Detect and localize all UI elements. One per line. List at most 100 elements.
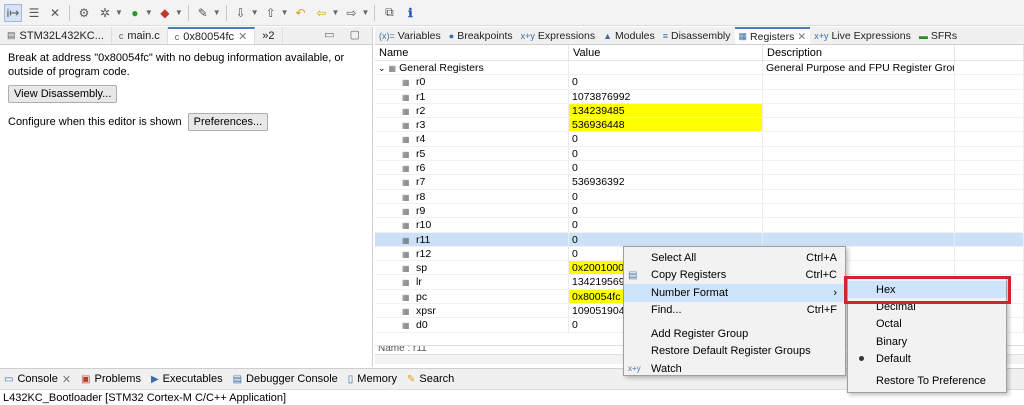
description-column-header[interactable]: Description: [763, 45, 955, 60]
register-value[interactable]: 1073876992: [569, 89, 763, 103]
tab-address[interactable]: c 0x80054fc ✕: [167, 27, 256, 44]
problems-icon: ▣: [81, 373, 91, 385]
use-step-filter-icon[interactable]: ✕: [46, 4, 64, 22]
menu-item-copy-registers[interactable]: ▤ Copy Registers Ctrl+C: [624, 267, 845, 285]
tab-expressions[interactable]: x+y Expressions: [517, 27, 599, 44]
register-name: lr: [416, 276, 422, 289]
register-icon: ▦: [402, 78, 410, 88]
minimize-maximize-icon[interactable]: ▭ ▢: [324, 28, 366, 41]
menu-item-octal[interactable]: Octal: [848, 316, 1006, 333]
chevron-down-icon[interactable]: ▼: [145, 8, 153, 17]
run-icon[interactable]: ●: [126, 4, 144, 22]
menu-item-binary[interactable]: Binary: [848, 333, 1006, 350]
tab-modules[interactable]: ▲ Modules: [599, 27, 659, 44]
menu-item-find[interactable]: Find... Ctrl+F: [624, 302, 845, 320]
menu-item-select-all[interactable]: Select All Ctrl+A: [624, 249, 845, 267]
instruction-stepping-icon[interactable]: i↦: [4, 3, 22, 22]
register-row[interactable]: ▦ r10 0: [375, 218, 1024, 233]
bug-icon[interactable]: ✲: [96, 4, 114, 22]
file-icon: ▤: [7, 30, 16, 40]
external-tools-icon[interactable]: ◆: [156, 4, 174, 22]
register-name: d0: [416, 319, 428, 332]
tab-debugger-console[interactable]: ▤ Debugger Console: [233, 373, 338, 385]
tab-registers[interactable]: ▦ Registers ✕: [734, 27, 811, 44]
gear-icon[interactable]: ⚙: [75, 4, 93, 22]
tab-problems[interactable]: ▣ Problems: [81, 373, 141, 385]
tab-variables[interactable]: (x)= Variables: [375, 27, 445, 44]
info-icon[interactable]: ℹ: [401, 4, 419, 22]
menu-item-watch[interactable]: x+y Watch: [624, 360, 845, 378]
prev-annotation-icon[interactable]: ⇧: [262, 4, 280, 22]
chevron-down-icon[interactable]: ▼: [251, 8, 259, 17]
register-value[interactable]: 536936392: [569, 175, 763, 189]
register-row[interactable]: ▦ r4 0: [375, 132, 1024, 147]
menu-item-default[interactable]: Default: [848, 350, 1006, 367]
tab-sfrs[interactable]: ▬ SFRs: [915, 27, 961, 44]
name-column-header[interactable]: Name: [375, 45, 569, 60]
chevron-down-icon[interactable]: ▼: [175, 8, 183, 17]
open-editor-icon[interactable]: ⧉: [380, 4, 398, 22]
register-value[interactable]: 0: [569, 189, 763, 203]
c-file-icon: c: [174, 31, 180, 42]
register-value[interactable]: 536936448: [569, 118, 763, 132]
tab-overflow[interactable]: »2: [255, 27, 283, 44]
chevron-down-icon[interactable]: ⌄: [378, 63, 386, 73]
preferences-button[interactable]: Preferences...: [187, 113, 269, 131]
register-value[interactable]: 0: [569, 146, 763, 161]
register-value[interactable]: 0: [569, 232, 763, 246]
menu-item-restore-default-groups[interactable]: Restore Default Register Groups: [624, 343, 845, 361]
tab-memory[interactable]: ▯ Memory: [348, 373, 397, 385]
register-row[interactable]: ▦ r0 0: [375, 75, 1024, 90]
menu-label: Select All: [651, 251, 697, 264]
menu-item-add-register-group[interactable]: Add Register Group: [624, 325, 845, 343]
register-value[interactable]: 0: [569, 218, 763, 232]
chevron-down-icon[interactable]: ▼: [115, 8, 123, 17]
value-column-header[interactable]: Value: [569, 45, 763, 60]
chevron-down-icon[interactable]: ▼: [361, 8, 369, 17]
tab-search[interactable]: ✎ Search: [407, 373, 454, 385]
pen-icon[interactable]: ✎: [194, 4, 212, 22]
chevron-down-icon[interactable]: ▼: [213, 8, 221, 17]
chevron-down-icon[interactable]: ▼: [332, 8, 340, 17]
close-icon[interactable]: ✕: [238, 30, 247, 43]
register-row[interactable]: ▦ r6 0: [375, 161, 1024, 176]
shortcut: Ctrl+F: [806, 304, 837, 317]
tab-stm32-launch[interactable]: ▤ STM32L432KC...: [0, 27, 112, 44]
chevron-down-icon[interactable]: ▼: [281, 8, 289, 17]
forward-icon[interactable]: ⇨: [342, 4, 360, 22]
close-icon[interactable]: ✕: [62, 373, 71, 386]
tab-live-expressions[interactable]: x+y Live Expressions: [810, 27, 915, 44]
register-name: r12: [416, 247, 432, 260]
register-row[interactable]: ▦ r11 0: [375, 232, 1024, 247]
register-row[interactable]: ▦ r2 134239485: [375, 103, 1024, 119]
tab-executables[interactable]: ▶ Executables: [151, 373, 223, 385]
menu-item-number-format[interactable]: Number Format ›: [624, 284, 845, 302]
register-value[interactable]: 0: [569, 161, 763, 175]
annotation-highlight-box: [844, 276, 1011, 304]
register-value[interactable]: 134239485: [569, 103, 763, 118]
register-value[interactable]: 0: [569, 75, 763, 89]
register-name: r1: [416, 90, 426, 103]
tab-console[interactable]: ▭ Console ✕: [4, 373, 71, 386]
register-name: r0: [416, 76, 426, 89]
step-filter-icon[interactable]: ☰: [25, 4, 43, 22]
register-row[interactable]: ▦ r8 0: [375, 189, 1024, 204]
view-disassembly-button[interactable]: View Disassembly...: [8, 85, 118, 103]
register-row[interactable]: ▦ r1 1073876992: [375, 89, 1024, 104]
editor-tabs: ▤ STM32L432KC... c main.c c 0x80054fc ✕ »2 ▭…: [0, 27, 372, 45]
register-row[interactable]: ▦ r7 536936392: [375, 175, 1024, 190]
tab-breakpoints[interactable]: ● Breakpoints: [445, 27, 517, 44]
register-row[interactable]: ▦ r5 0: [375, 146, 1024, 162]
register-group-row[interactable]: ⌄ ▦ General Registers General Purpose and …: [375, 61, 1024, 76]
close-icon[interactable]: ✕: [797, 31, 806, 43]
next-annotation-icon[interactable]: ⇩: [232, 4, 250, 22]
register-row[interactable]: ▦ r9 0: [375, 203, 1024, 219]
register-value[interactable]: 0: [569, 132, 763, 146]
menu-item-restore-to-preference[interactable]: Restore To Preference: [848, 372, 1006, 389]
last-edit-icon[interactable]: ↶: [292, 4, 310, 22]
tab-disassembly[interactable]: ≡ Disassembly: [659, 27, 735, 44]
register-row[interactable]: ▦ r3 536936448: [375, 118, 1024, 133]
register-value[interactable]: 0: [569, 203, 763, 218]
tab-main-c[interactable]: c main.c: [112, 27, 168, 44]
back-icon[interactable]: ⇦: [313, 4, 331, 22]
